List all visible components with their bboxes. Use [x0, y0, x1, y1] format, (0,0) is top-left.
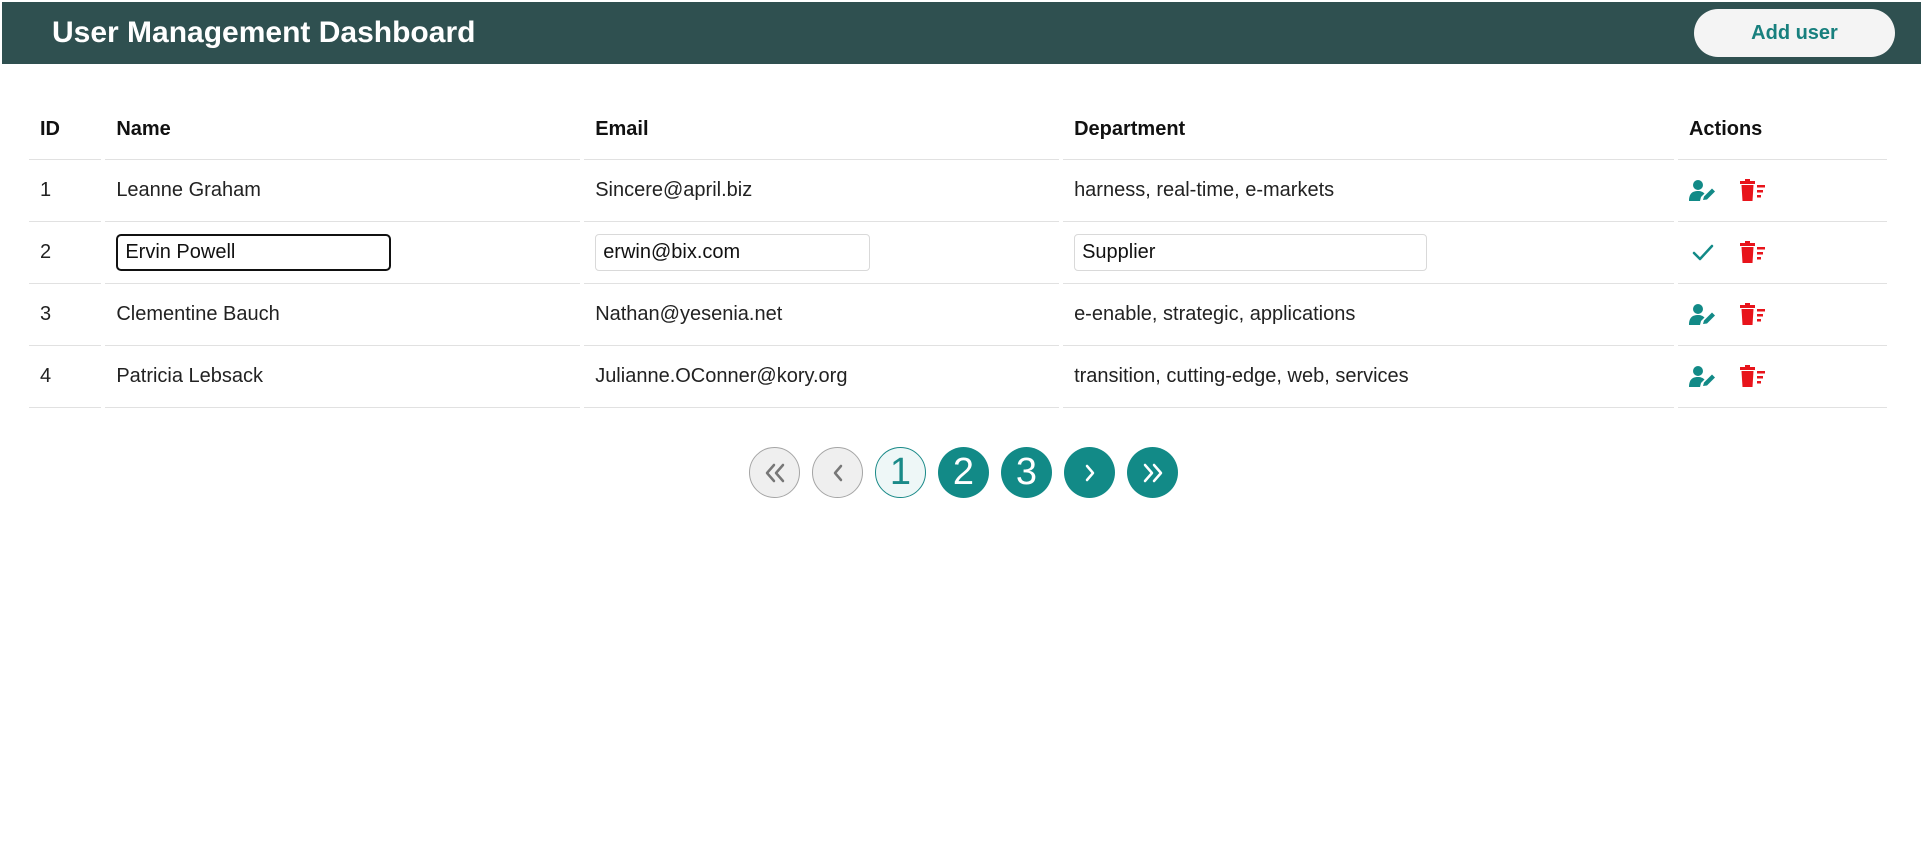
- column-header-department: Department: [1063, 100, 1674, 160]
- chevron-right-icon: [1085, 464, 1094, 481]
- column-header-actions: Actions: [1677, 100, 1887, 160]
- column-header-name: Name: [105, 100, 581, 160]
- cell-name: Leanne Graham: [105, 160, 581, 222]
- cell-name: Patricia Lebsack: [105, 346, 581, 408]
- table-row: 1 Leanne Graham Sincere@april.biz harnes…: [29, 160, 1887, 222]
- cell-id: 3: [29, 284, 102, 346]
- cell-actions: [1677, 160, 1887, 222]
- cell-email: Nathan@yesenia.net: [584, 284, 1060, 346]
- page-title: User Management Dashboard: [52, 16, 476, 49]
- cell-email: Julianne.OConner@kory.org: [584, 346, 1060, 408]
- trash-delete-icon[interactable]: [1739, 177, 1767, 205]
- table-header-row: ID Name Email Department Actions: [29, 100, 1887, 160]
- cell-actions: [1677, 222, 1887, 284]
- cell-department: e-enable, strategic, applications: [1063, 284, 1674, 346]
- page-button-2[interactable]: 2: [938, 447, 989, 498]
- trash-delete-icon[interactable]: [1739, 239, 1767, 267]
- cell-email: [584, 222, 1060, 284]
- prev-page-button[interactable]: [812, 447, 863, 498]
- table-row: 3 Clementine Bauch Nathan@yesenia.net e-…: [29, 284, 1887, 346]
- trash-delete-icon[interactable]: [1739, 363, 1767, 391]
- cell-name: [105, 222, 581, 284]
- cell-department: [1063, 222, 1674, 284]
- app-root: User Management Dashboard Add user ID Na…: [0, 0, 1923, 862]
- cell-id: 2: [29, 222, 102, 284]
- chevron-left-icon: [833, 464, 842, 481]
- name-input[interactable]: [116, 234, 392, 271]
- trash-delete-icon[interactable]: [1739, 301, 1767, 329]
- add-user-button[interactable]: Add user: [1694, 9, 1895, 57]
- check-icon[interactable]: [1689, 239, 1717, 267]
- users-table: ID Name Email Department Actions 1 Leann…: [25, 100, 1891, 408]
- pagination: 1 2 3: [749, 447, 1178, 498]
- double-chevron-right-icon: [1143, 463, 1162, 482]
- department-input[interactable]: [1074, 234, 1428, 271]
- column-header-email: Email: [584, 100, 1060, 160]
- first-page-button[interactable]: [749, 447, 800, 498]
- cell-name: Clementine Bauch: [105, 284, 581, 346]
- row-actions: [1688, 177, 1887, 205]
- user-edit-icon[interactable]: [1688, 177, 1717, 205]
- email-input[interactable]: [595, 234, 871, 271]
- cell-email: Sincere@april.biz: [584, 160, 1060, 222]
- user-edit-icon[interactable]: [1688, 301, 1717, 329]
- cell-department: transition, cutting-edge, web, services: [1063, 346, 1674, 408]
- table-row-editing: 2: [29, 222, 1887, 284]
- row-actions: [1688, 363, 1887, 391]
- row-actions: [1688, 301, 1887, 329]
- cell-actions: [1677, 346, 1887, 408]
- last-page-button[interactable]: [1127, 447, 1178, 498]
- users-table-container: ID Name Email Department Actions 1 Leann…: [29, 100, 1895, 408]
- cell-department: harness, real-time, e-markets: [1063, 160, 1674, 222]
- column-header-id: ID: [29, 100, 102, 160]
- table-row: 4 Patricia Lebsack Julianne.OConner@kory…: [29, 346, 1887, 408]
- user-edit-icon[interactable]: [1688, 363, 1717, 391]
- page-button-1[interactable]: 1: [875, 447, 926, 498]
- page-button-3[interactable]: 3: [1001, 447, 1052, 498]
- cell-actions: [1677, 284, 1887, 346]
- next-page-button[interactable]: [1064, 447, 1115, 498]
- double-chevron-left-icon: [765, 463, 784, 482]
- cell-id: 1: [29, 160, 102, 222]
- row-actions: [1689, 239, 1887, 267]
- cell-id: 4: [29, 346, 102, 408]
- header-bar: User Management Dashboard Add user: [2, 2, 1921, 64]
